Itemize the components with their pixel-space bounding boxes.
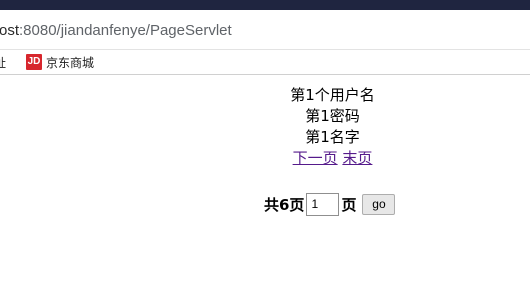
username-line: 第1个用户名 xyxy=(290,86,375,104)
jd-icon: JD xyxy=(26,54,42,70)
url-path: :8080/jiandanfenye/PageServlet xyxy=(19,22,232,39)
url-host: ost xyxy=(0,22,20,39)
pager-links: 下一页 末页 xyxy=(0,148,530,169)
next-page-link[interactable]: 下一页 xyxy=(293,149,338,167)
total-pages-label: 共6页 xyxy=(264,195,305,214)
bookmark-label: 京东商城 xyxy=(46,55,95,70)
user-info: 第1个用户名 第1密码 第1名字 xyxy=(0,85,530,148)
page-number-input[interactable] xyxy=(306,192,340,216)
url-text[interactable]: ost:8080/jiandanfenye/PageServlet xyxy=(0,22,232,39)
go-button[interactable]: go xyxy=(362,193,396,215)
password-line: 第1密码 xyxy=(305,107,360,125)
bookmarks-bar: 址 JD 京东商城 xyxy=(0,50,530,75)
goto-page-form: 共6页 页 go xyxy=(264,192,396,216)
window-titlebar xyxy=(0,0,530,10)
page-content: 第1个用户名 第1密码 第1名字 下一页 末页 共6页 页 go xyxy=(0,76,530,304)
bookmark-item-clipped[interactable]: 址 xyxy=(0,53,6,71)
address-bar[interactable]: ost:8080/jiandanfenye/PageServlet xyxy=(0,10,530,50)
page-unit-label: 页 xyxy=(341,195,357,214)
bookmark-label: 址 xyxy=(0,55,7,70)
last-page-link[interactable]: 末页 xyxy=(342,149,372,167)
bookmark-item-jd[interactable]: JD 京东商城 xyxy=(26,53,94,71)
name-line: 第1名字 xyxy=(305,128,360,146)
